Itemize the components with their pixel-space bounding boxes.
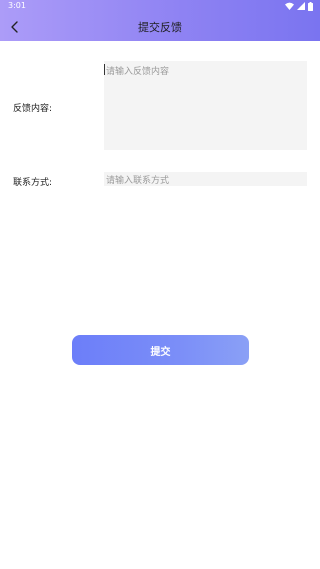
app-header: 3:01 提交反馈	[0, 0, 320, 41]
page-title: 提交反馈	[138, 21, 182, 34]
contact-input[interactable]: 请输入联系方式	[104, 172, 307, 186]
text-cursor	[104, 64, 105, 75]
submit-button[interactable]: 提交	[72, 335, 249, 365]
wifi-icon	[285, 2, 294, 10]
feedback-content-label: 反馈内容:	[13, 104, 53, 114]
status-icons	[285, 1, 313, 11]
signal-icon	[297, 2, 305, 10]
battery-icon	[308, 1, 313, 11]
status-time: 3:01	[8, 1, 26, 10]
contact-label: 联系方式:	[13, 178, 53, 188]
feedback-content-placeholder: 请输入反馈内容	[106, 67, 170, 77]
nav-bar: 提交反馈	[0, 14, 320, 40]
contact-placeholder: 请输入联系方式	[106, 176, 170, 186]
feedback-content-textarea[interactable]: 请输入反馈内容	[104, 61, 307, 150]
status-bar: 3:01	[0, 0, 320, 12]
